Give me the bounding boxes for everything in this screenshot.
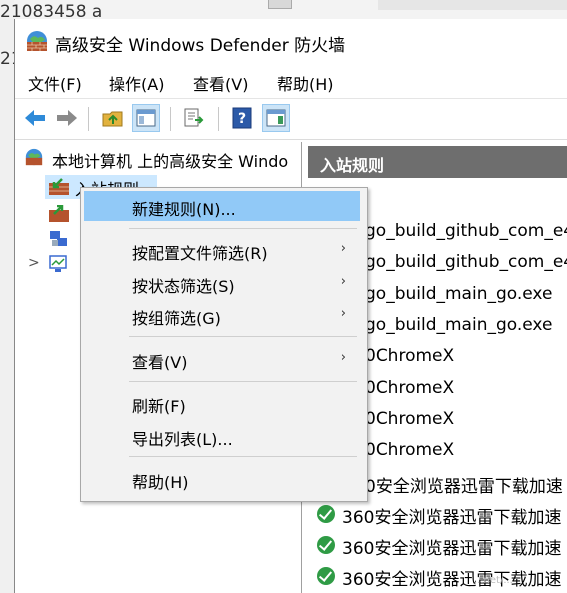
menu-item-new-rule-label: 新建规则(N)...	[132, 200, 236, 219]
rule-enabled-check-icon	[317, 567, 335, 585]
firewall-app-icon	[27, 31, 47, 51]
menu-item-export-list-label: 导出列表(L)...	[132, 430, 233, 449]
menu-item-refresh[interactable]: 刷新(F)	[84, 388, 360, 418]
show-hide-tree-icon	[136, 109, 156, 127]
watermark: ...net/...	[474, 575, 513, 586]
toolbar-separator	[218, 107, 219, 131]
up-one-level-button[interactable]	[99, 104, 127, 132]
rule-row[interactable]: 360安全浏览器迅雷下载加速	[342, 534, 561, 559]
menu-help[interactable]: 帮助(H)	[277, 71, 334, 95]
toolbar-separator	[88, 107, 89, 131]
menu-item-view[interactable]: 查看(V) ›	[84, 344, 360, 374]
submenu-arrow-icon: ›	[340, 306, 346, 321]
export-list-icon	[184, 108, 204, 127]
back-arrow-icon	[25, 110, 45, 126]
monitoring-icon[interactable]	[48, 255, 70, 273]
window-title: 高级安全 Windows Defender 防火墙	[55, 36, 346, 56]
menu-separator	[129, 228, 357, 229]
menu-item-filter-by-state[interactable]: 按状态筛选(S) ›	[84, 268, 360, 298]
up-folder-icon	[102, 111, 123, 127]
menu-separator	[129, 381, 357, 382]
expand-monitoring-chevron-icon[interactable]: >	[28, 255, 40, 271]
rule-row[interactable]: go_build_main_go.exe	[365, 315, 552, 335]
menu-item-help-label: 帮助(H)	[132, 473, 189, 492]
export-list-button[interactable]	[180, 104, 208, 132]
svg-text:?: ?	[238, 111, 246, 127]
forward-button[interactable]	[53, 104, 81, 132]
background-window-strip	[378, 0, 567, 10]
rule-row[interactable]: 0ChromeX	[365, 440, 454, 460]
submenu-arrow-icon: ›	[340, 241, 346, 256]
rules-pane-header: 入站规则	[308, 146, 567, 178]
back-button[interactable]	[21, 104, 49, 132]
menu-item-filter-by-group-label: 按组筛选(G)	[132, 309, 221, 328]
connection-security-rules-icon[interactable]	[48, 230, 70, 248]
rule-row[interactable]: go_build_github_com_e4	[365, 221, 567, 241]
title-bar[interactable]: 高级安全 Windows Defender 防火墙	[15, 19, 567, 63]
help-button[interactable]: ?	[228, 104, 256, 132]
menu-item-export-list[interactable]: 导出列表(L)...	[84, 421, 360, 451]
rule-row[interactable]: 0ChromeX	[365, 346, 454, 366]
menu-item-view-label: 查看(V)	[132, 353, 188, 372]
tree-root-node[interactable]: 本地计算机 上的高级安全 Windo	[52, 148, 288, 172]
context-menu: 新建规则(N)... 按配置文件筛选(R) › 按状态筛选(S) › 按组筛选(…	[80, 187, 368, 502]
show-hide-console-tree-button[interactable]	[132, 104, 160, 132]
rule-enabled-check-icon	[317, 505, 335, 523]
rule-row[interactable]: go_build_github_com_e4	[365, 252, 567, 272]
menu-separator	[129, 456, 357, 457]
menu-item-new-rule[interactable]: 新建规则(N)...	[84, 191, 360, 221]
rule-row[interactable]: go_build_main_go.exe	[365, 284, 552, 304]
menu-bar: 文件(F) 操作(A) 查看(V) 帮助(H)	[15, 65, 567, 95]
submenu-arrow-icon: ›	[340, 350, 346, 365]
menu-action[interactable]: 操作(A)	[109, 71, 164, 95]
rule-row[interactable]: 0ChromeX	[365, 409, 454, 429]
show-hide-action-pane-icon	[266, 109, 286, 127]
toolbar: ?	[15, 98, 567, 140]
menu-item-filter-by-state-label: 按状态筛选(S)	[132, 277, 235, 296]
rules-pane-header-title: 入站规则	[320, 156, 385, 175]
firewall-root-icon	[25, 148, 43, 166]
rule-row[interactable]: 360安全浏览器迅雷下载加速	[342, 503, 561, 528]
submenu-arrow-icon: ›	[340, 274, 346, 289]
show-hide-action-pane-button[interactable]	[262, 104, 290, 132]
rule-row[interactable]: 0ChromeX	[365, 378, 454, 398]
menu-item-filter-by-profile[interactable]: 按配置文件筛选(R) ›	[84, 235, 360, 265]
menu-view[interactable]: 查看(V)	[193, 71, 248, 95]
background-window-icon	[268, 0, 292, 9]
background-left-area	[0, 0, 14, 593]
menu-separator	[129, 336, 357, 337]
forward-arrow-icon	[57, 110, 77, 126]
menu-item-filter-by-group[interactable]: 按组筛选(G) ›	[84, 300, 360, 330]
rule-row[interactable]: 360安全浏览器迅雷下载加速	[342, 565, 561, 590]
toolbar-separator	[170, 107, 171, 131]
menu-file[interactable]: 文件(F)	[28, 71, 82, 95]
help-icon: ?	[232, 107, 252, 129]
menu-item-refresh-label: 刷新(F)	[132, 397, 186, 416]
menu-item-filter-by-profile-label: 按配置文件筛选(R)	[132, 244, 268, 263]
rule-row[interactable]: 0安全浏览器迅雷下载加速	[365, 472, 563, 497]
rule-enabled-check-icon	[317, 536, 335, 554]
inbound-rules-icon	[49, 178, 69, 195]
outbound-rules-icon[interactable]	[48, 205, 70, 223]
menu-item-help[interactable]: 帮助(H)	[84, 464, 360, 494]
